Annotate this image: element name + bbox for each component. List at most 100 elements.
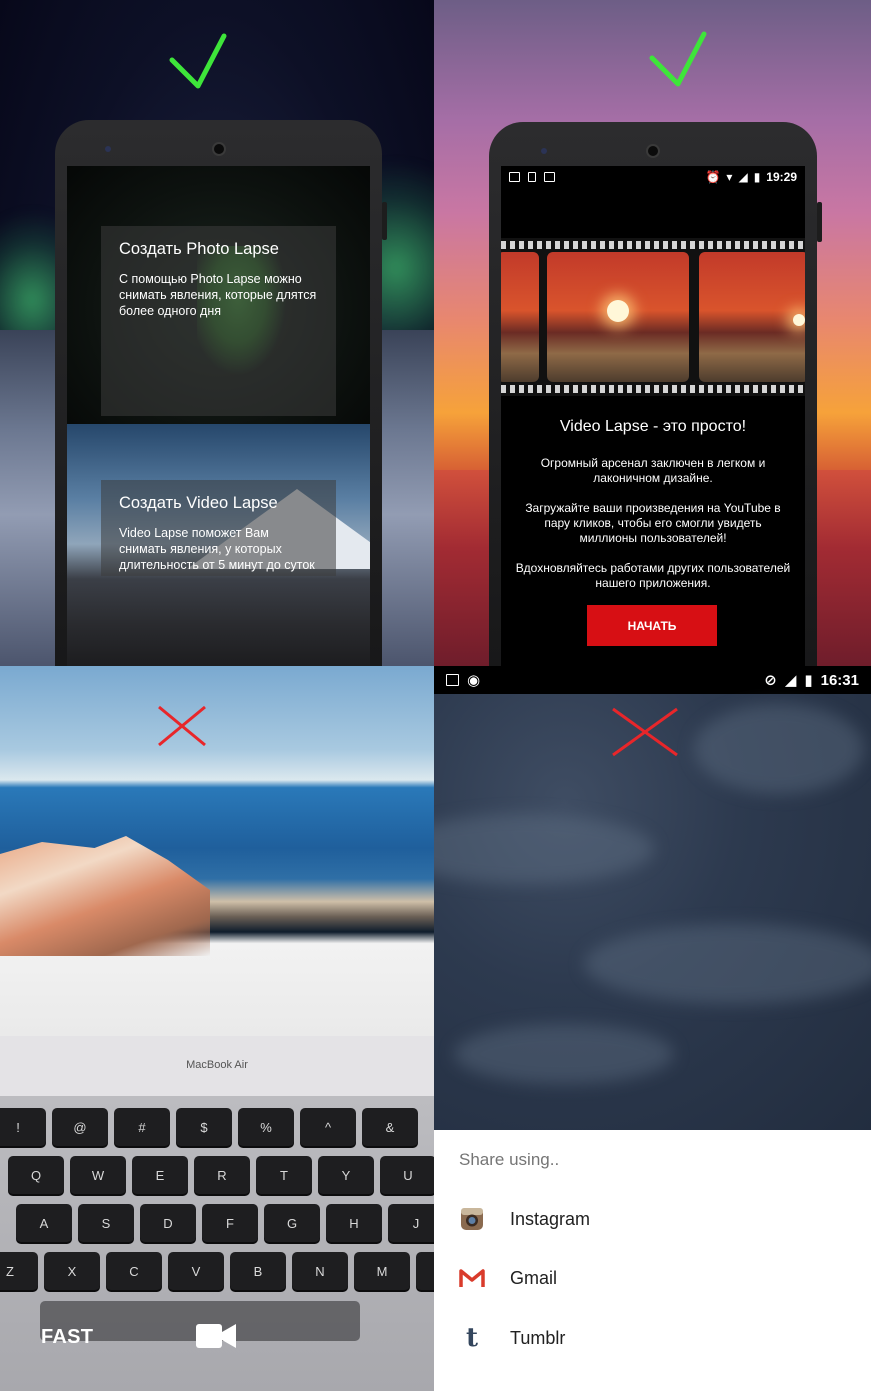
- screenshot-share-dialog: ◉ ⊘ ◢ ▮ 16:31 Share using.. Instagram Gm…: [434, 666, 871, 1391]
- key: R: [194, 1156, 250, 1194]
- keyboard-row: ! @ # $ % ^ &: [0, 1108, 418, 1146]
- video-camera-icon[interactable]: [196, 1322, 236, 1350]
- photo-lapse-panel[interactable]: Создать Photo Lapse С помощью Photo Laps…: [67, 166, 370, 424]
- sun: [793, 314, 805, 326]
- keyboard-row: A S D F G H J: [16, 1204, 434, 1242]
- key: E: [132, 1156, 188, 1194]
- phone-side-key: [382, 202, 387, 240]
- key: ^: [300, 1108, 356, 1146]
- tumblr-icon: t: [465, 1323, 478, 1353]
- share-option-tumblr[interactable]: t Tumblr: [434, 1310, 871, 1366]
- phone-camera: [541, 148, 547, 154]
- cloudy-sky-preview: [434, 694, 871, 1130]
- key: U: [380, 1156, 434, 1194]
- video-lapse-description: Video Lapse поможет Вам снимать явления,…: [119, 526, 315, 572]
- key: C: [106, 1252, 162, 1290]
- key: Q: [8, 1156, 64, 1194]
- key: B: [230, 1252, 286, 1290]
- laptop-brand-label: MacBook Air: [186, 1059, 248, 1071]
- cloud: [584, 924, 871, 1004]
- cloud: [694, 704, 864, 794]
- phone-mockup: ⏰ ▾ ◢ ▮ 19:29 Video Lapse - это просто! …: [489, 122, 822, 666]
- phone-screen: Создать Photo Lapse С помощью Photo Laps…: [67, 166, 370, 666]
- key: Y: [318, 1156, 374, 1194]
- share-sheet-title: Share using..: [459, 1150, 560, 1169]
- cross-icon: [158, 705, 206, 747]
- keyboard-row: Z X C V B N M <: [0, 1252, 434, 1290]
- cross-icon: [612, 707, 678, 757]
- share-option-label: Tumblr: [510, 1327, 566, 1348]
- phone-mockup: Создать Photo Lapse С помощью Photo Laps…: [55, 120, 387, 666]
- key: <: [416, 1252, 434, 1290]
- phone-screen: ⏰ ▾ ◢ ▮ 19:29 Video Lapse - это просто! …: [501, 166, 805, 666]
- share-option-instagram[interactable]: Instagram: [434, 1191, 871, 1247]
- signal-icon: ◢: [784, 672, 797, 689]
- video-lapse-title: Создать Video Lapse: [119, 494, 278, 512]
- instagram-icon: [459, 1206, 485, 1232]
- key: @: [52, 1108, 108, 1146]
- key: H: [326, 1204, 382, 1242]
- screenshot-photo-video-lapse-menu: Создать Photo Lapse С помощью Photo Laps…: [0, 0, 434, 666]
- laptop-screen-photo: [0, 666, 434, 1046]
- image-icon: [509, 172, 520, 182]
- photo-icon: [544, 172, 555, 182]
- status-time: 16:31: [820, 671, 859, 689]
- start-button[interactable]: НАЧАТЬ: [587, 605, 717, 646]
- battery-icon: ▮: [804, 672, 813, 689]
- location-icon: ◉: [467, 672, 481, 689]
- coastal-houses: [0, 836, 210, 956]
- key: S: [78, 1204, 134, 1242]
- key: X: [44, 1252, 100, 1290]
- signal-icon: ◢: [738, 170, 748, 184]
- video-lapse-card[interactable]: Создать Video Lapse Video Lapse поможет …: [101, 480, 336, 576]
- key: %: [238, 1108, 294, 1146]
- onboarding-paragraph-1: Огромный арсенал заключен в легком и лак…: [540, 456, 766, 485]
- key: J: [388, 1204, 434, 1242]
- film-frame: [699, 252, 805, 382]
- key: G: [264, 1204, 320, 1242]
- key: T: [256, 1156, 312, 1194]
- alarm-icon: ⏰: [705, 170, 721, 184]
- check-icon: [169, 33, 227, 89]
- speed-label[interactable]: FAST: [41, 1326, 93, 1349]
- cloud: [454, 1024, 674, 1084]
- film-strip: [501, 238, 805, 396]
- share-sheet: Share using.. Instagram Gmail t Tumblr: [434, 1130, 871, 1391]
- screenshot-onboarding: ⏰ ▾ ◢ ▮ 19:29 Video Lapse - это просто! …: [434, 0, 871, 666]
- film-perforation: [501, 241, 805, 249]
- key: !: [0, 1108, 46, 1146]
- check-icon: [649, 31, 707, 87]
- cloud: [434, 814, 654, 884]
- key: A: [16, 1204, 72, 1242]
- keyboard-row: Q W E R T Y U: [8, 1156, 434, 1194]
- key: M: [354, 1252, 410, 1290]
- do-not-disturb-icon: ⊘: [764, 672, 777, 689]
- onboarding-paragraph-3: Вдохновляйтесь работами других пользоват…: [515, 561, 791, 590]
- key: $: [176, 1108, 232, 1146]
- status-bar: ⏰ ▾ ◢ ▮ 19:29: [501, 166, 805, 188]
- onboarding-title: Video Lapse - это просто!: [559, 418, 747, 435]
- download-icon: [528, 172, 536, 182]
- key: D: [140, 1204, 196, 1242]
- battery-icon: ▮: [753, 170, 761, 184]
- film-frame: [501, 252, 539, 382]
- photo-lapse-title: Создать Photo Lapse: [119, 240, 279, 258]
- photo-lapse-card[interactable]: Создать Photo Lapse С помощью Photo Laps…: [101, 226, 336, 416]
- share-option-gmail[interactable]: Gmail: [434, 1250, 871, 1306]
- gmail-icon: [459, 1265, 485, 1291]
- status-bar: ◉ ⊘ ◢ ▮ 16:31: [434, 666, 871, 694]
- key: W: [70, 1156, 126, 1194]
- key: V: [168, 1252, 224, 1290]
- phone-side-key: [817, 202, 822, 242]
- phone-camera: [105, 146, 111, 152]
- share-option-label: Gmail: [510, 1267, 558, 1288]
- key: F: [202, 1204, 258, 1242]
- film-perforation: [501, 385, 805, 393]
- phone-speaker: [211, 142, 226, 156]
- video-lapse-panel[interactable]: Создать Video Lapse Video Lapse поможет …: [67, 424, 370, 666]
- film-frame: [547, 252, 689, 382]
- share-option-label: Instagram: [510, 1208, 591, 1229]
- key: &: [362, 1108, 418, 1146]
- phone-speaker: [646, 144, 660, 158]
- sun: [607, 300, 629, 322]
